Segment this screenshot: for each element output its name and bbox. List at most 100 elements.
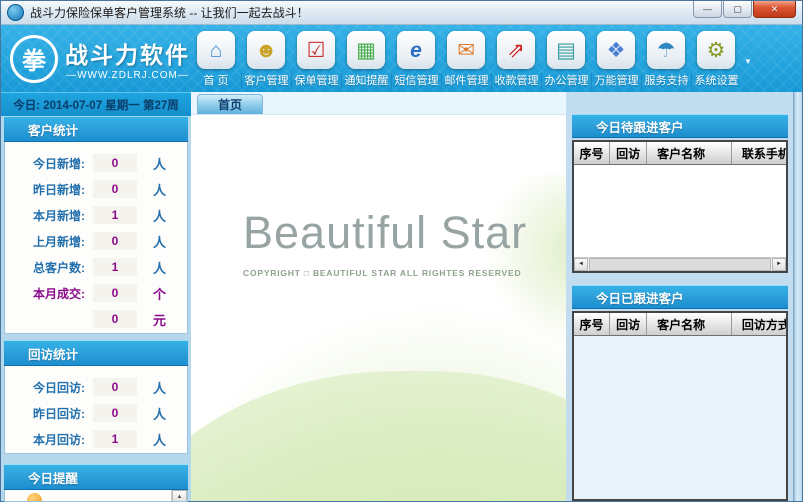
main-row: 今日: 2014-07-07 星期一 第27周 客户统计 今日新增: 0 人 昨…	[1, 92, 802, 502]
brand-area: 拳 战斗力软件 —WWW.ZDLRJ.COM—	[1, 25, 191, 92]
column-header: 客户名称	[647, 313, 732, 335]
watermark-copyright: COPYRIGHT □ BEAUTIFUL STAR ALL RIGHTES R…	[243, 268, 522, 278]
support-ball-icon: ☂	[647, 31, 685, 69]
stat-label: 本月回访:	[33, 432, 85, 447]
monitor-icon: ▤	[547, 31, 585, 69]
stat-row: 本月新增: 1 人	[5, 202, 187, 228]
mail-icon: ✉	[447, 31, 485, 69]
stat-unit: 人	[153, 182, 167, 198]
table-header-row: 序号 回访 客户名称 回访方式	[574, 313, 786, 336]
stat-row: 上月新增: 0 人	[5, 228, 187, 254]
stat-unit: 人	[153, 432, 167, 448]
nav-item-sms[interactable]: e 短信管理	[390, 31, 441, 89]
left-column: 今日: 2014-07-07 星期一 第27周 客户统计 今日新增: 0 人 昨…	[1, 92, 191, 502]
title-bar: 战斗力保险保单客户管理系统 -- 让我们一起去战斗！ — ▢ ✕	[1, 1, 802, 25]
app-logo-icon	[7, 4, 24, 21]
nav-label: 保单管理	[290, 73, 342, 89]
center-column: 首页 Beautiful Star COPYRIGHT □ BEAUTIFUL …	[191, 92, 566, 501]
today-reminder-header: 今日提醒	[4, 464, 188, 490]
stat-value: 0	[93, 284, 137, 302]
scroll-left-icon[interactable]: ◄	[574, 258, 588, 271]
stat-label: 本月成交:	[33, 286, 85, 301]
stat-value: 1	[93, 258, 137, 276]
tab-bar: 首页	[191, 92, 566, 115]
stat-label: 今日新增:	[33, 156, 85, 171]
stat-value: 0	[93, 154, 137, 172]
tab-home[interactable]: 首页	[197, 94, 263, 114]
stat-row: 昨日回访: 0 人	[5, 400, 187, 426]
nav-label: 邮件管理	[440, 73, 492, 89]
nav-item-home[interactable]: ⌂ 首 页	[191, 31, 241, 89]
stat-value: 0	[93, 310, 137, 328]
nav-label: 收款管理	[490, 73, 542, 89]
nav-item-email[interactable]: ✉ 邮件管理	[440, 31, 492, 89]
policy-check-icon: ☑	[297, 31, 335, 69]
brand-url: —WWW.ZDLRJ.COM—	[66, 70, 189, 81]
scrollbar-thumb[interactable]	[589, 258, 771, 271]
chart-icon: ⇗	[497, 31, 535, 69]
followed-customers-table: 序号 回访 客户名称 回访方式	[572, 311, 788, 501]
computer-icon: ❖	[597, 31, 635, 69]
nav-label: 首 页	[203, 75, 229, 87]
visit-stats-header: 回访统计	[4, 340, 188, 366]
stat-unit: 人	[153, 380, 167, 396]
right-column: 今日待跟进客户 序号 回访 客户名称 联系手机 ◄ ► 今日已跟进客户 序号 回…	[566, 92, 793, 501]
date-bar: 今日: 2014-07-07 星期一 第27周	[1, 92, 191, 116]
stat-value: 1	[93, 430, 137, 448]
nav-item-customers[interactable]: ☻ 客户管理	[240, 31, 291, 89]
app-window: 战斗力保险保单客户管理系统 -- 让我们一起去战斗！ — ▢ ✕ 拳 战斗力软件…	[0, 0, 803, 502]
column-header: 序号	[574, 313, 611, 335]
fist-logo-icon: 拳	[10, 34, 58, 83]
reminder-item-icon	[27, 493, 42, 501]
stat-unit: 元	[153, 312, 167, 328]
column-header: 客户名称	[647, 142, 732, 164]
minimize-button[interactable]: —	[693, 1, 722, 18]
window-title: 战斗力保险保单客户管理系统 -- 让我们一起去战斗！	[30, 6, 309, 20]
table-header-row: 序号 回访 客户名称 联系手机	[574, 142, 786, 165]
maximize-button[interactable]: ▢	[723, 1, 752, 18]
nav-item-support[interactable]: ☂ 服务支持	[640, 31, 691, 89]
nav-item-payments[interactable]: ⇗ 收款管理	[490, 31, 542, 89]
nav-item-policies[interactable]: ☑ 保单管理	[290, 31, 342, 89]
nav-item-universal[interactable]: ❖ 万能管理	[590, 31, 642, 89]
stat-unit: 人	[153, 234, 167, 250]
nav-item-settings[interactable]: ⚙ 系统设置	[690, 31, 742, 89]
nav-item-office[interactable]: ▤ 办公管理	[540, 31, 592, 89]
stat-row: 总客户数: 1 人	[5, 254, 187, 280]
stat-row: 本月回访: 1 人	[5, 426, 187, 452]
today-reminder-panel: ▲	[4, 490, 188, 502]
pending-table-body	[574, 165, 786, 257]
watermark-title: Beautiful Star	[243, 207, 528, 258]
stat-row: 昨日新增: 0 人	[5, 176, 187, 202]
stat-value: 0	[93, 232, 137, 250]
nav-item-reminders[interactable]: ▦ 通知提醒	[340, 31, 391, 89]
column-header: 联系手机	[741, 146, 786, 161]
brand-text: 战斗力软件 —WWW.ZDLRJ.COM—	[65, 36, 190, 81]
window-frame-edge	[793, 92, 802, 501]
home-content: Beautiful Star COPYRIGHT □ BEAUTIFUL STA…	[191, 115, 566, 501]
stat-row: 今日回访: 0 人	[5, 374, 187, 400]
customer-stats-header: 客户统计	[4, 116, 188, 142]
stat-label: 上月新增:	[33, 234, 85, 249]
followed-table-body	[574, 336, 786, 499]
close-button[interactable]: ✕	[753, 1, 796, 18]
watermark: Beautiful Star COPYRIGHT □ BEAUTIFUL STA…	[243, 207, 527, 278]
horizontal-scrollbar[interactable]: ◄ ►	[574, 257, 786, 271]
nav-label: 系统设置	[690, 73, 742, 89]
reminder-scrollbar[interactable]: ▲	[171, 490, 187, 501]
stat-label: 今日回访:	[33, 380, 85, 395]
home-icon: ⌂	[197, 31, 235, 69]
brand-name: 战斗力软件	[65, 42, 190, 68]
scroll-up-icon[interactable]: ▲	[172, 490, 187, 501]
nav-label: 办公管理	[540, 73, 592, 89]
nav-label: 万能管理	[590, 73, 642, 89]
stat-label: 昨日回访:	[33, 406, 85, 421]
nav-more-caret-icon[interactable]: ▼	[744, 57, 752, 66]
stat-unit: 人	[153, 406, 167, 422]
stat-row: 0 元	[5, 306, 187, 332]
app-header: 拳 战斗力软件 —WWW.ZDLRJ.COM— ⌂ 首 页 ☻ 客户管理 ☑ 保…	[1, 25, 802, 92]
scroll-right-icon[interactable]: ►	[772, 258, 786, 271]
stat-value: 0	[93, 378, 137, 396]
stat-label: 总客户数:	[33, 260, 85, 275]
gear-icon: ⚙	[697, 31, 735, 69]
